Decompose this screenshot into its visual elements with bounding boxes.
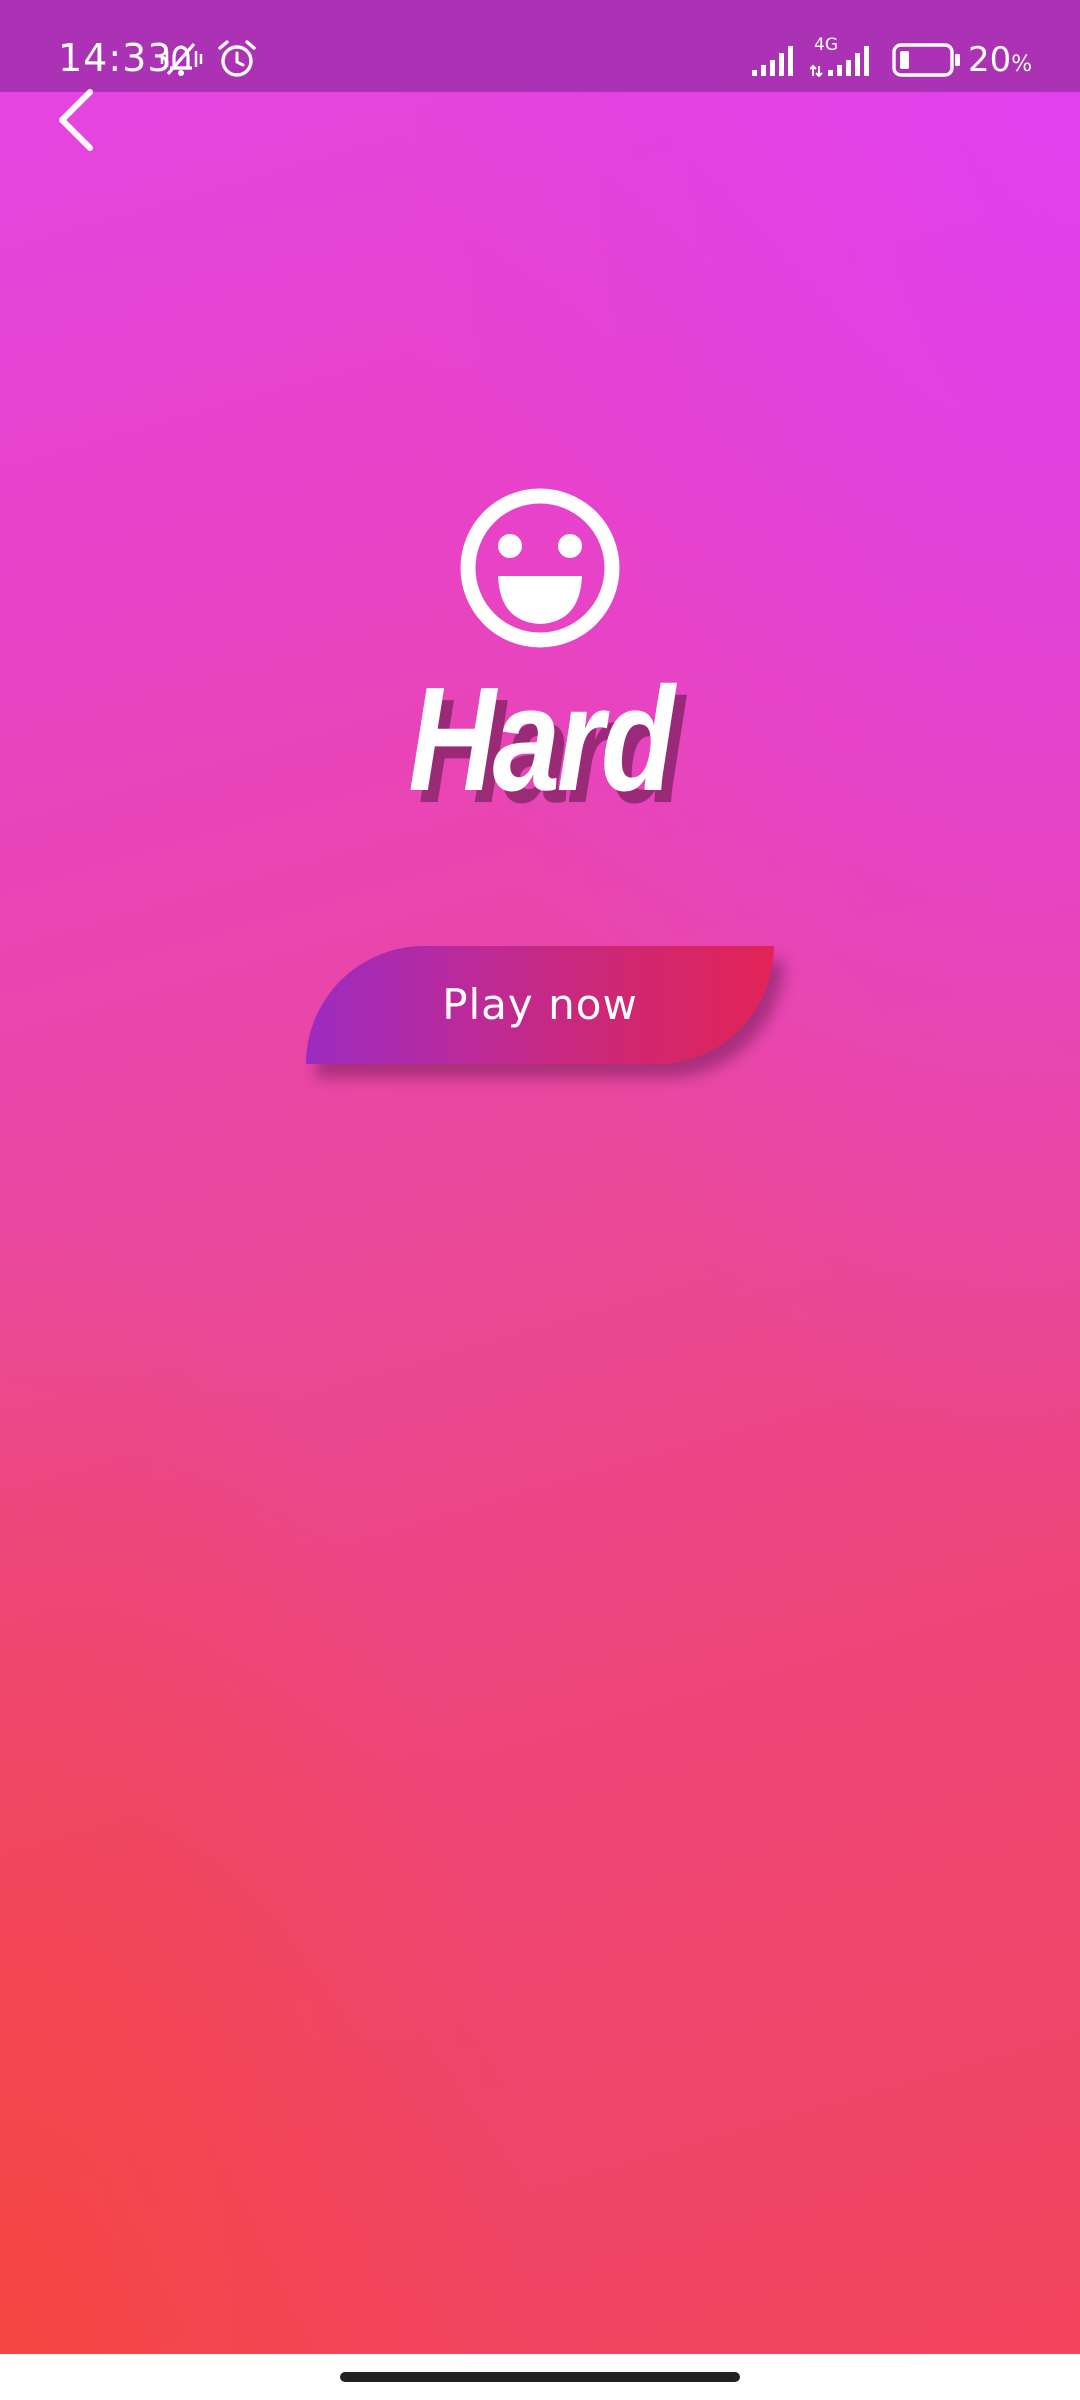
battery-percent-unit: % [1011,52,1033,77]
level-title: Hard [408,657,675,822]
navigation-bar [0,2354,1080,2400]
play-now-button[interactable]: Play now [306,946,774,1064]
back-button[interactable] [44,82,108,156]
silent-mode-icon [160,42,203,76]
battery-percent-value: 20 [968,40,1012,80]
battery-percentage: 20% [968,40,1032,85]
alarm-icon [218,40,256,77]
battery-icon [892,43,960,77]
status-bar: 14:33 4G 20% [0,0,1080,92]
status-time: 14:33 [58,36,173,80]
signal-icon [752,46,793,76]
battery-fill [900,51,909,69]
game-level-screen: 14:33 4G 20% Hard Play now [0,0,1080,2400]
signal-4g-icon: 4G [810,36,882,78]
home-indicator[interactable] [340,2372,740,2382]
chevron-left-icon [59,89,93,151]
play-now-label: Play now [442,980,638,1029]
smiley-face-icon [460,488,620,648]
